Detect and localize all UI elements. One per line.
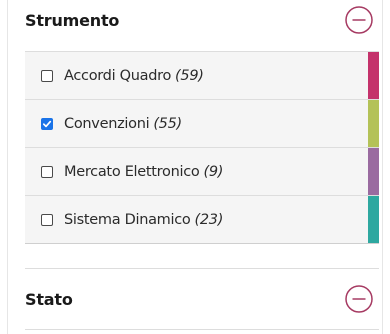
color-strip [368, 52, 379, 99]
stato-title: Stato [25, 289, 73, 309]
color-strip [368, 100, 379, 147]
section-divider [25, 268, 379, 269]
filter-panel: Strumento Accordi Quadro (59) Convenzion… [7, 0, 383, 334]
color-strip [368, 148, 379, 195]
checkbox[interactable] [41, 165, 53, 178]
checkbox[interactable] [41, 117, 53, 130]
check-icon [42, 120, 52, 127]
strumento-header: Strumento [25, 0, 376, 40]
option-mercato-elettronico[interactable]: Mercato Elettronico (9) [25, 148, 379, 196]
option-count: (23) [194, 211, 224, 228]
option-sistema-dinamico[interactable]: Sistema Dinamico (23) [25, 196, 379, 244]
minus-circle-icon [345, 6, 373, 34]
option-label: Sistema Dinamico [64, 211, 191, 228]
strumento-options: Accordi Quadro (59) Convenzioni (55) Mer… [25, 51, 379, 244]
option-label: Mercato Elettronico [64, 163, 200, 180]
color-strip [368, 196, 379, 243]
strumento-title: Strumento [25, 10, 120, 30]
option-accordi-quadro[interactable]: Accordi Quadro (59) [25, 52, 379, 100]
checkbox[interactable] [41, 69, 53, 82]
option-count: (9) [203, 163, 224, 180]
option-count: (55) [153, 115, 182, 132]
option-count: (59) [175, 67, 204, 84]
checkbox[interactable] [41, 213, 53, 226]
stato-header: Stato [25, 279, 376, 319]
strumento-collapse-button[interactable] [342, 3, 376, 37]
option-label: Convenzioni [64, 115, 150, 132]
section-divider [25, 329, 379, 330]
stato-collapse-button[interactable] [342, 282, 376, 316]
option-label: Accordi Quadro [64, 67, 172, 84]
option-convenzioni[interactable]: Convenzioni (55) [25, 100, 379, 148]
minus-circle-icon [345, 285, 373, 313]
